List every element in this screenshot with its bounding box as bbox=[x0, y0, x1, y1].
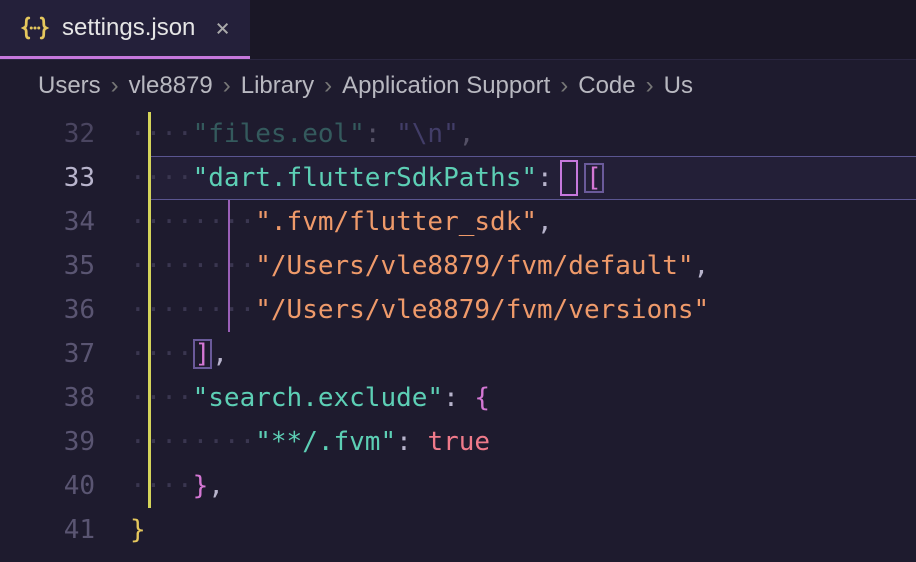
line-number: 36 bbox=[0, 288, 130, 332]
line-number: 38 bbox=[0, 376, 130, 420]
code-line[interactable]: 38 ····"search.exclude": { bbox=[0, 376, 916, 420]
breadcrumb-item[interactable]: Users bbox=[38, 72, 101, 100]
code-editor[interactable]: 32 ····"files.eol": "\n", 33 ····"dart.f… bbox=[0, 112, 916, 552]
breadcrumb-item[interactable]: Library bbox=[241, 72, 314, 100]
code-content: } bbox=[130, 508, 146, 552]
code-line[interactable]: 37 ····], bbox=[0, 332, 916, 376]
line-number: 33 bbox=[0, 156, 130, 200]
chevron-right-icon: › bbox=[111, 72, 119, 100]
line-number: 35 bbox=[0, 244, 130, 288]
close-icon[interactable]: × bbox=[215, 14, 229, 42]
line-number: 37 bbox=[0, 332, 130, 376]
code-content: ····"search.exclude": { bbox=[130, 376, 490, 420]
line-number: 39 bbox=[0, 420, 130, 464]
json-file-icon bbox=[20, 13, 50, 43]
code-line[interactable]: 33 ····"dart.flutterSdkPaths": [ bbox=[0, 156, 916, 200]
code-line[interactable]: 35 ········"/Users/vle8879/fvm/default", bbox=[0, 244, 916, 288]
code-line[interactable]: 32 ····"files.eol": "\n", bbox=[0, 112, 916, 156]
chevron-right-icon: › bbox=[324, 72, 332, 100]
code-line[interactable]: 36 ········"/Users/vle8879/fvm/versions" bbox=[0, 288, 916, 332]
code-line[interactable]: 41 } bbox=[0, 508, 916, 552]
code-content: ····"files.eol": "\n", bbox=[130, 112, 474, 156]
breadcrumb-item[interactable]: Us bbox=[664, 72, 693, 100]
breadcrumb[interactable]: Users › vle8879 › Library › Application … bbox=[0, 60, 916, 112]
breadcrumb-item[interactable]: vle8879 bbox=[129, 72, 213, 100]
code-content: ········"/Users/vle8879/fvm/default", bbox=[130, 244, 709, 288]
chevron-right-icon: › bbox=[560, 72, 568, 100]
code-content: ····}, bbox=[130, 464, 224, 508]
code-content: ········".fvm/flutter_sdk", bbox=[130, 200, 553, 244]
breadcrumb-item[interactable]: Application Support bbox=[342, 72, 550, 100]
tab-label: settings.json bbox=[62, 14, 195, 42]
code-line[interactable]: 40 ····}, bbox=[0, 464, 916, 508]
code-line[interactable]: 39 ········"**/.fvm": true bbox=[0, 420, 916, 464]
line-number: 41 bbox=[0, 508, 130, 552]
code-line[interactable]: 34 ········".fvm/flutter_sdk", bbox=[0, 200, 916, 244]
chevron-right-icon: › bbox=[223, 72, 231, 100]
line-number: 32 bbox=[0, 112, 130, 156]
tab-bar: settings.json × bbox=[0, 0, 916, 60]
code-content: ····"dart.flutterSdkPaths": [ bbox=[130, 156, 604, 200]
code-content: ········"**/.fvm": true bbox=[130, 420, 490, 464]
line-number: 34 bbox=[0, 200, 130, 244]
tab-settings-json[interactable]: settings.json × bbox=[0, 0, 250, 59]
line-number: 40 bbox=[0, 464, 130, 508]
chevron-right-icon: › bbox=[646, 72, 654, 100]
code-content: ········"/Users/vle8879/fvm/versions" bbox=[130, 288, 709, 332]
code-content: ····], bbox=[130, 332, 228, 376]
breadcrumb-item[interactable]: Code bbox=[578, 72, 635, 100]
